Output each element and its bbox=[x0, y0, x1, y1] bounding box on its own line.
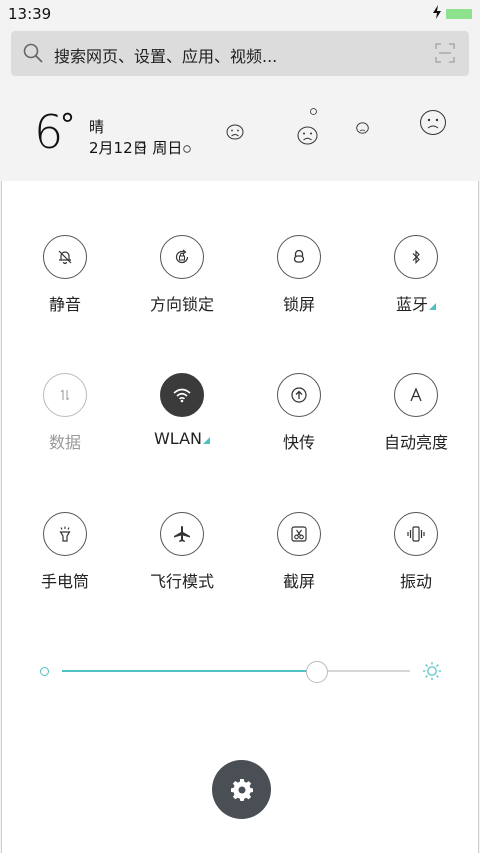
sad-face-icon bbox=[226, 124, 244, 140]
tile-label: 静音 bbox=[48, 295, 81, 314]
tile-airplane-mode[interactable]: 飞行模式 bbox=[132, 512, 232, 592]
tile-auto-brightness[interactable]: 自动亮度 bbox=[366, 373, 466, 453]
airplane-icon bbox=[160, 512, 204, 556]
tile-silent[interactable]: 静音 bbox=[15, 235, 115, 315]
auto-brightness-icon bbox=[394, 373, 438, 417]
tile-rotation-lock[interactable]: 方向锁定 bbox=[132, 235, 232, 315]
search-icon bbox=[23, 43, 43, 63]
rotation-lock-icon bbox=[160, 235, 204, 279]
screenshot-icon bbox=[277, 512, 321, 556]
status-time: 13:39 bbox=[8, 5, 52, 23]
tile-label: 快传 bbox=[282, 433, 315, 452]
quick-share-icon bbox=[277, 373, 321, 417]
tile-label: 自动亮度 bbox=[383, 433, 448, 452]
vibrate-icon bbox=[394, 512, 438, 556]
tile-label: 飞行模式 bbox=[149, 572, 214, 591]
tile-label: 数据 bbox=[48, 433, 81, 452]
lock-icon bbox=[277, 235, 321, 279]
bluetooth-icon bbox=[394, 235, 438, 279]
tile-label: 锁屏 bbox=[282, 295, 315, 314]
tile-label: 截屏 bbox=[282, 572, 315, 591]
tile-label: 手电筒 bbox=[40, 572, 89, 591]
gear-icon bbox=[230, 778, 253, 801]
brightness-track[interactable] bbox=[62, 661, 410, 683]
tile-label: 蓝牙 bbox=[366, 291, 466, 315]
bell-off-icon bbox=[43, 235, 87, 279]
brightness-high-icon bbox=[423, 662, 441, 680]
tile-mobile-data[interactable]: 数据 bbox=[15, 373, 115, 453]
brightness-thumb[interactable] bbox=[306, 661, 328, 683]
weather-widget[interactable]: 6 ° 晴 2月12日 周日 bbox=[0, 96, 480, 180]
settings-button[interactable] bbox=[212, 760, 271, 819]
tile-label: WLAN bbox=[132, 429, 232, 448]
sad-face-icon bbox=[356, 122, 369, 134]
tile-quick-share[interactable]: 快传 bbox=[249, 373, 349, 453]
sad-face-icon bbox=[310, 108, 317, 115]
tile-lock-screen[interactable]: 锁屏 bbox=[249, 235, 349, 315]
weather-condition: 晴 bbox=[89, 118, 105, 136]
degree-symbol: ° bbox=[60, 108, 75, 143]
tile-label: 振动 bbox=[399, 572, 432, 591]
tile-label-text: WLAN bbox=[153, 429, 202, 448]
tile-label: 方向锁定 bbox=[149, 295, 214, 314]
expand-indicator[interactable] bbox=[429, 303, 436, 310]
wifi-icon bbox=[160, 373, 204, 417]
search-input[interactable]: 搜索网页、设置、应用、视频... bbox=[54, 43, 277, 67]
quick-settings-panel: 静音 方向锁定 锁屏 蓝牙 数据 WLAN 快传 自动亮度 手电筒 飞行模式 截… bbox=[1, 181, 479, 853]
tile-wlan[interactable]: WLAN bbox=[132, 373, 232, 448]
mobile-data-icon bbox=[43, 373, 87, 417]
brightness-fill bbox=[62, 670, 316, 672]
flashlight-icon bbox=[43, 512, 87, 556]
sad-face-icon bbox=[137, 142, 146, 151]
sad-face-icon bbox=[297, 126, 318, 145]
scan-icon[interactable] bbox=[435, 43, 455, 63]
tile-label-text: 蓝牙 bbox=[395, 295, 428, 314]
tile-bluetooth[interactable]: 蓝牙 bbox=[366, 235, 466, 315]
weather-date: 2月12日 周日 bbox=[89, 139, 183, 157]
brightness-slider[interactable] bbox=[40, 661, 441, 685]
tile-flashlight[interactable]: 手电筒 bbox=[15, 512, 115, 592]
sad-face-icon bbox=[420, 110, 446, 135]
search-bar[interactable]: 搜索网页、设置、应用、视频... bbox=[11, 31, 469, 76]
charging-icon bbox=[433, 5, 441, 19]
tile-vibrate[interactable]: 振动 bbox=[366, 512, 466, 592]
expand-indicator[interactable] bbox=[203, 437, 210, 444]
temperature: 6 bbox=[34, 105, 64, 159]
brightness-low-icon bbox=[40, 667, 49, 676]
battery-icon bbox=[446, 9, 472, 19]
status-bar: 13:39 bbox=[0, 0, 480, 28]
sad-face-icon bbox=[183, 145, 191, 153]
tile-screenshot[interactable]: 截屏 bbox=[249, 512, 349, 592]
